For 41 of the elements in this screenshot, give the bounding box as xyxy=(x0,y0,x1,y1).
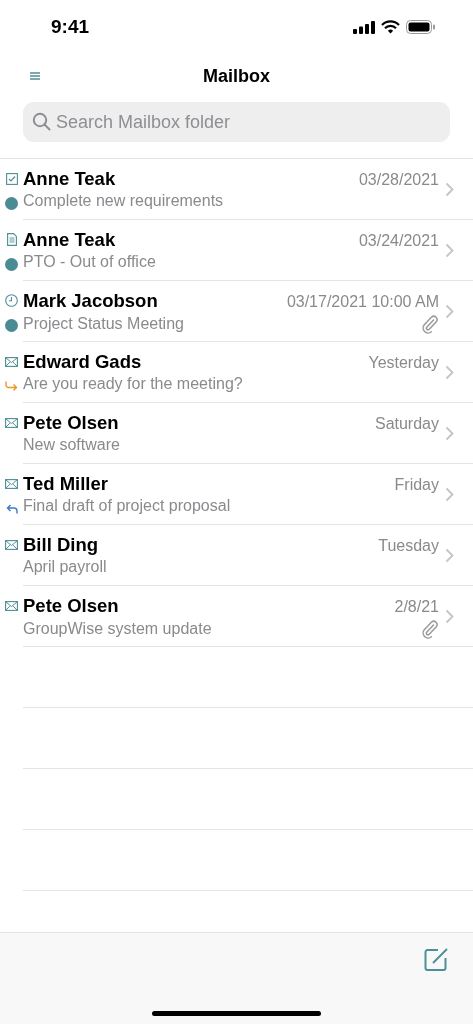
message-date: Friday xyxy=(394,476,439,494)
message-subject: PTO - Out of office xyxy=(23,253,156,271)
message-date: 2/8/21 xyxy=(394,598,439,616)
screen-title: Mailbox xyxy=(202,66,271,87)
sender-name: Ted Miller xyxy=(23,473,108,495)
chevron-icon xyxy=(445,548,454,563)
message-subject: Final draft of project proposal xyxy=(23,497,231,515)
message-date: Saturday xyxy=(374,415,439,433)
message-subject: New software xyxy=(23,436,120,454)
message-subject: April payroll xyxy=(23,558,107,576)
message-subject: Complete new requirements xyxy=(23,192,224,210)
sender-name: Pete Olsen xyxy=(23,595,119,617)
sender-name: Edward Gads xyxy=(23,351,142,373)
sender-name: Anne Teak xyxy=(23,168,116,190)
chevron-icon xyxy=(445,182,454,197)
chevron-icon xyxy=(445,609,454,624)
compose-button[interactable] xyxy=(424,947,449,972)
message-date: 03/28/2021 xyxy=(358,171,439,189)
menu-icon xyxy=(28,69,42,82)
wifi-icon xyxy=(381,20,400,34)
sender-name: Bill Ding xyxy=(23,534,99,556)
chevron-icon xyxy=(445,304,454,319)
chevron-icon xyxy=(445,243,454,258)
message-date: Yesterday xyxy=(368,354,439,372)
chevron-icon xyxy=(445,426,454,441)
message-subject: Are you ready for the meeting? xyxy=(23,375,243,393)
message-subject: Project Status Meeting xyxy=(23,315,184,333)
signal-icon xyxy=(353,20,375,34)
sender-name: Anne Teak xyxy=(23,229,116,251)
chevron-icon xyxy=(445,365,454,380)
message-date: 03/24/2021 xyxy=(358,232,439,250)
clock-time: 9:41 xyxy=(51,16,90,38)
message-date: 03/17/2021 10:00 AM xyxy=(286,293,439,311)
battery-icon xyxy=(406,20,436,34)
chevron-icon xyxy=(445,487,454,502)
sender-name: Mark Jacobson xyxy=(23,290,158,312)
sender-name: Pete Olsen xyxy=(23,412,119,434)
message-subject: GroupWise system update xyxy=(23,620,212,638)
message-date: Tuesday xyxy=(378,537,439,555)
compose-icon xyxy=(424,947,449,972)
search-field[interactable]: Search Mailbox folder xyxy=(23,102,450,142)
